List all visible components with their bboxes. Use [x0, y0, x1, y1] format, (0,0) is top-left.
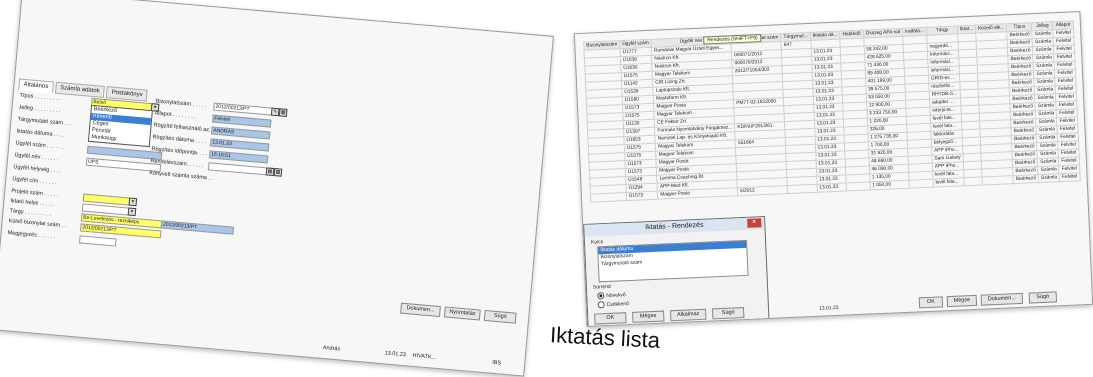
targymutato-label: Tárgymutató szám . . . [17, 116, 73, 128]
rogzites-datuma-field: 13.01.23 [209, 138, 270, 152]
status-date: 13.01.23 [384, 350, 407, 359]
allapot-field: Felvitel [212, 114, 272, 128]
tipus-dropdown-list: Beérkező Kimenő Céges Pénztár Munkaügy [87, 104, 153, 148]
kulcs-label: Kulcs [590, 239, 604, 246]
ugyfel-szam-label: Ügyfél szám . . . . . . [15, 140, 65, 151]
radio-desc-label: Csökkenő [606, 300, 630, 308]
table-cell [590, 192, 627, 203]
calendar-icon[interactable]: ▦ [278, 108, 288, 117]
radio-asc-label: Növekvő [606, 291, 626, 299]
sort-dialog: Iktatás - Rendezés ✕ Kulcs Iktatás dátum… [583, 216, 770, 327]
radio-descending[interactable]: Csökkenő [597, 300, 630, 309]
konyvelt-label: Könyvelt számla száma . . [149, 170, 214, 182]
documents-table: BizonylatszámÜgyfél számÜgyfél névKülső … [583, 20, 1080, 203]
jelleg-label: Jelleg . . . . . . . . . [18, 104, 61, 115]
lookup-icon[interactable]: ▾ [128, 197, 138, 207]
iktatas-datuma-label: Iktatás dátuma . . . . [16, 128, 65, 139]
card-editor-screenshot: Általános Számla adatok Postakönyv Típus… [0, 0, 554, 377]
table-cell [982, 175, 1014, 186]
status-bar: András 13.01.23 HIVATK... IBS [0, 315, 524, 371]
footer-dokumen-button[interactable]: Dokumen... [980, 292, 1024, 306]
caption-text: Iktatás lista [549, 322, 661, 353]
bizonylatszam-field[interactable]: 2012/00213/PT [213, 102, 273, 116]
table-cell: Beérkező [1013, 174, 1039, 184]
chevron-down-icon[interactable]: ▾ [127, 207, 137, 217]
radio-checked-icon [597, 292, 605, 300]
rogzito-field: ANDRAS [210, 126, 271, 140]
radio-unchecked-icon [597, 301, 605, 309]
ok-button[interactable]: OK [594, 312, 627, 325]
dialog-title: Iktatás - Rendezés ✕ [584, 217, 765, 237]
table-cell: Felvitel [1059, 172, 1080, 182]
status-extra: IBS [491, 359, 502, 367]
table-cell: Számla [1038, 173, 1060, 183]
table-cell [964, 177, 983, 186]
calendar-icon[interactable]: ▦ [273, 168, 283, 177]
ugyfel-cim-label: Ügyfél cím . . . . . . [12, 176, 57, 187]
nyomtatas-button[interactable]: Nyomtatás [443, 306, 481, 321]
allapot-label: Állapot . . . . . . . . [154, 110, 196, 121]
iktato-helye-label: Iktató helye . . . . . [10, 198, 54, 208]
rendeleszam-field[interactable] [207, 162, 268, 176]
footer-help-button[interactable]: Súgó [1028, 291, 1058, 304]
table-cell: levél fala... [932, 177, 965, 188]
bizonylatszam-label: Bizonylatszám . . . . . [155, 98, 207, 109]
close-icon[interactable]: ✕ [747, 218, 762, 228]
table-cell: 5/2012 [737, 185, 788, 196]
form-panel: Típus . . . . . . . . . Belső ▾ Jelleg .… [6, 90, 536, 275]
radio-ascending[interactable]: Növekvő [597, 291, 626, 300]
rogzito-label: Rögzítő felhasználó az. . . [153, 122, 217, 134]
megjegyzes-field[interactable] [79, 235, 117, 247]
list-window-screenshot: BizonylatszámÜgyfél számÜgyfél névKülső … [573, 11, 1093, 327]
status-user: András [322, 344, 341, 353]
tipus-label: Típus . . . . . . . . . [19, 92, 62, 103]
status-code: HIVATK... [412, 352, 437, 361]
table-cell [846, 181, 870, 191]
rogzites-idopont-field: 16:16:51 [208, 150, 269, 164]
table-cell [787, 184, 818, 194]
cancel-button[interactable]: Mégse [632, 310, 665, 323]
ugyfel-nev-label: Ügyfél név . . . . . . [14, 152, 59, 163]
megjegyzes-label: Megjegyzés . . . . . . [7, 230, 56, 241]
footer-ok-button[interactable]: OK [918, 296, 944, 309]
dokumen-button[interactable]: Dokumen... [400, 302, 441, 318]
footer-date: 13.01.23 [818, 304, 839, 312]
apply-button[interactable]: Alkalmaz [670, 308, 707, 322]
rogzites-datuma-label: Rögzítés dátuma . . . . [152, 134, 207, 146]
table-cell [908, 179, 934, 189]
table-cell: 13.01.23 [816, 182, 847, 193]
kulso-bizonylat-label: Külső bizonylat szám . . [8, 218, 67, 230]
help-button[interactable]: Súgó [711, 307, 745, 320]
sort-key-list[interactable]: Iktatás dátuma Bizonylatszám Tárgymutató… [597, 239, 749, 283]
projekt-szam-label: Projekt szám . . . . . [11, 188, 59, 199]
targy-label: Tárgy . . . . . . . . . [9, 208, 52, 218]
targy-bizonylat-field[interactable]: 2012/00213/PT [160, 220, 235, 235]
sugo-button[interactable]: Súgó [483, 309, 517, 324]
table-cell: 1 050,00 [869, 180, 910, 190]
table-cell: Ü1573 [626, 191, 658, 201]
footer-cancel-button[interactable]: Mégse [946, 294, 978, 308]
ugyfel-helyseg-label: Ügyfél helység . . . . [13, 164, 62, 175]
dialog-title-text: Iktatás - Rendezés [645, 221, 704, 232]
sorrend-label: Sorrend [592, 283, 611, 291]
